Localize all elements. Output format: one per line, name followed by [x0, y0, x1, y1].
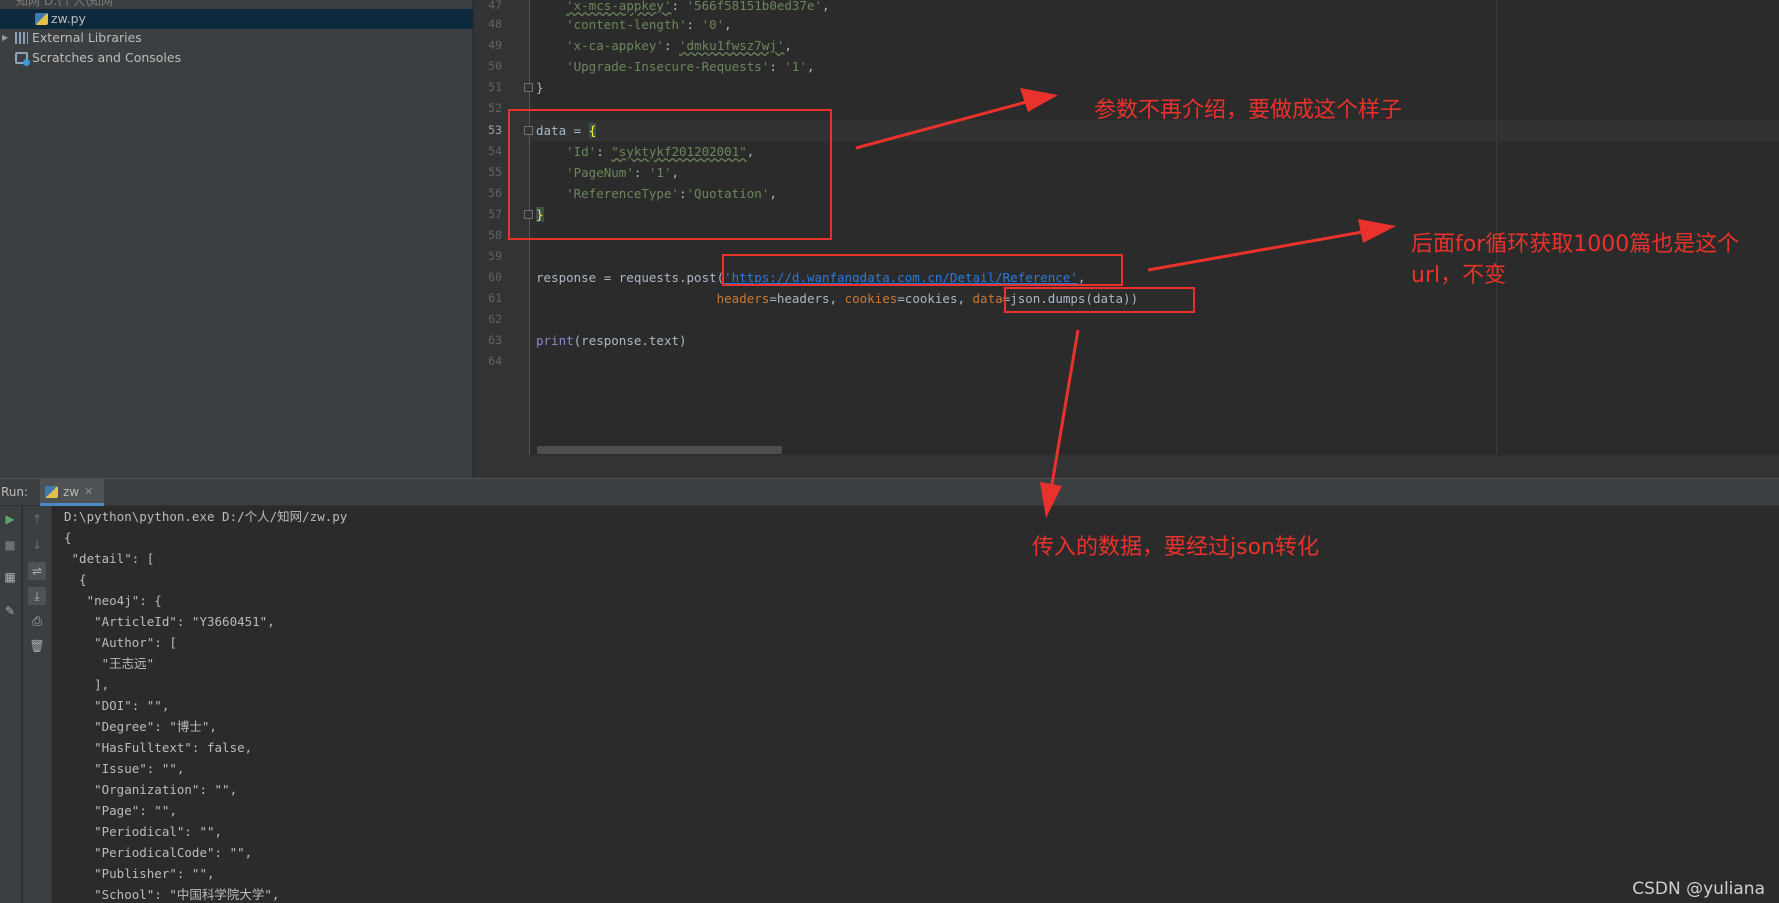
- project-panel: 知网 D:\个人\知网 zw.py ▶ External Libraries S…: [0, 0, 473, 478]
- console-line: "HasFulltext": false,: [64, 740, 253, 755]
- soft-wrap-icon[interactable]: ⇌: [28, 562, 46, 580]
- tree-item-label: Scratches and Consoles: [32, 50, 182, 65]
- stop-icon[interactable]: ■: [1, 536, 19, 554]
- code-line-57: }: [536, 207, 544, 222]
- line-number: 52: [488, 101, 502, 115]
- line-number: 60: [488, 270, 502, 284]
- code-line-53: data = {: [536, 123, 597, 138]
- console-line: "Publisher": "",: [64, 866, 215, 881]
- code-line-61: headers=headers, cookies=cookies, data=j…: [716, 291, 1139, 306]
- console-line: {: [64, 530, 72, 545]
- scroll-down-icon[interactable]: ↓: [28, 536, 46, 554]
- fold-marker-icon[interactable]: [524, 83, 533, 92]
- line-number: 53: [488, 123, 502, 137]
- line-number: 51: [488, 80, 502, 94]
- console-line: "Degree": "博士",: [64, 719, 217, 734]
- code-line-54: 'Id': "syktykf201202001",: [566, 144, 755, 159]
- tree-item-label: zw.py: [51, 11, 86, 26]
- tree-item-external-libraries[interactable]: ▶ External Libraries: [0, 28, 473, 48]
- line-number: 54: [488, 144, 502, 158]
- console-line: "School": "中国科学院大学",: [64, 887, 280, 902]
- run-tab-label: zw: [63, 485, 80, 499]
- annotation-url-note-line1: 后面for循环获取1000篇也是这个: [1411, 232, 1740, 257]
- code-line-60: response = requests.post('https://d.wanf…: [536, 270, 1086, 285]
- console-line: "Periodical": "",: [64, 824, 223, 839]
- print-icon[interactable]: ⎙: [28, 612, 46, 630]
- line-number: 62: [488, 312, 502, 326]
- close-icon[interactable]: ✕: [84, 485, 93, 498]
- console-line: {: [64, 572, 87, 587]
- run-icon[interactable]: ▶: [1, 510, 19, 528]
- line-number: 63: [488, 333, 502, 347]
- console-line: "Issue": "",: [64, 761, 185, 776]
- python-file-icon: [45, 486, 58, 498]
- horizontal-scrollbar-thumb[interactable]: [537, 446, 782, 454]
- console-line: "PeriodicalCode": "",: [64, 845, 253, 860]
- line-number: 57: [488, 207, 502, 221]
- fold-marker-icon[interactable]: [524, 126, 533, 135]
- expand-arrow-icon[interactable]: ▶: [2, 28, 8, 48]
- console-line: "ArticleId": "Y3660451",: [64, 614, 275, 629]
- run-toolwindow-header: Run: zw ✕: [0, 478, 1779, 506]
- annotation-json-note: 传入的数据，要经过json转化: [1032, 535, 1319, 560]
- line-number: 55: [488, 165, 502, 179]
- code-line-51: }: [536, 80, 544, 95]
- line-number: 58: [488, 228, 502, 242]
- console-line: "Organization": "",: [64, 782, 238, 797]
- code-line-56: 'ReferenceType':'Quotation',: [566, 186, 777, 201]
- line-number: 50: [488, 59, 502, 73]
- trash-icon[interactable]: 🗑: [28, 637, 46, 655]
- console-line: D:\python\python.exe D:/个人/知网/zw.py: [64, 509, 348, 524]
- scroll-up-icon[interactable]: ↑: [28, 510, 46, 528]
- console-line: "Author": [: [64, 635, 177, 650]
- right-margin-guide: [1496, 0, 1497, 455]
- watermark: CSDN @yuliana: [1632, 879, 1765, 899]
- console-line: "detail": [: [64, 551, 155, 566]
- code-line-48: 'content-length': '0',: [566, 17, 732, 32]
- editor-status-strip: [474, 455, 1779, 478]
- annotation-url-note-line2: url，不变: [1411, 263, 1507, 288]
- run-console: ▶ ■ ▦ ✎ ↑ ↓ ⇌ ⤓ ⎙ 🗑 D:\python\python.exe…: [0, 506, 1779, 903]
- tree-item-scratches[interactable]: Scratches and Consoles: [0, 48, 473, 68]
- code-line-55: 'PageNum': '1',: [566, 165, 680, 180]
- code-line-49: 'x-ca-appkey': 'dmku1fwsz7wj',: [566, 38, 792, 53]
- run-toolbar-right: ↑ ↓ ⇌ ⤓ ⎙ 🗑: [23, 506, 52, 903]
- annotation-params-note: 参数不再介绍，要做成这个样子: [1094, 98, 1403, 123]
- tree-item-zw-py[interactable]: zw.py: [0, 9, 473, 29]
- project-root-folder[interactable]: 知网 D:\个人\知网: [16, 0, 113, 9]
- scratches-icon: [15, 52, 30, 66]
- console-line: "neo4j": {: [64, 593, 162, 608]
- run-tab-zw[interactable]: zw ✕: [40, 479, 104, 506]
- libraries-icon: [15, 32, 28, 44]
- line-number: 59: [488, 249, 502, 263]
- code-line-63: print(response.text): [536, 333, 687, 348]
- layout-icon[interactable]: ▦: [1, 568, 19, 586]
- tree-item-label: External Libraries: [32, 30, 142, 45]
- python-file-icon: [35, 13, 48, 25]
- line-number-gutter: 47 48 49 50 51 52 53 54 55 56 57 58 59 6…: [474, 0, 533, 455]
- line-number: 56: [488, 186, 502, 200]
- line-number: 48: [488, 17, 502, 31]
- console-line: ],: [64, 677, 110, 692]
- code-line-50: 'Upgrade-Insecure-Requests': '1',: [566, 59, 815, 74]
- line-number: 49: [488, 38, 502, 52]
- run-toolbar-left: ▶ ■ ▦ ✎: [0, 506, 22, 903]
- console-line: "王志远": [64, 656, 155, 671]
- console-line: "Page": "",: [64, 803, 177, 818]
- console-line: "DOI": "",: [64, 698, 170, 713]
- scroll-to-end-icon[interactable]: ⤓: [28, 587, 46, 605]
- line-number: 61: [488, 291, 502, 305]
- run-label: Run:: [1, 485, 29, 499]
- pin-icon[interactable]: ✎: [1, 602, 19, 620]
- fold-marker-icon[interactable]: [524, 210, 533, 219]
- line-number: 64: [488, 354, 502, 368]
